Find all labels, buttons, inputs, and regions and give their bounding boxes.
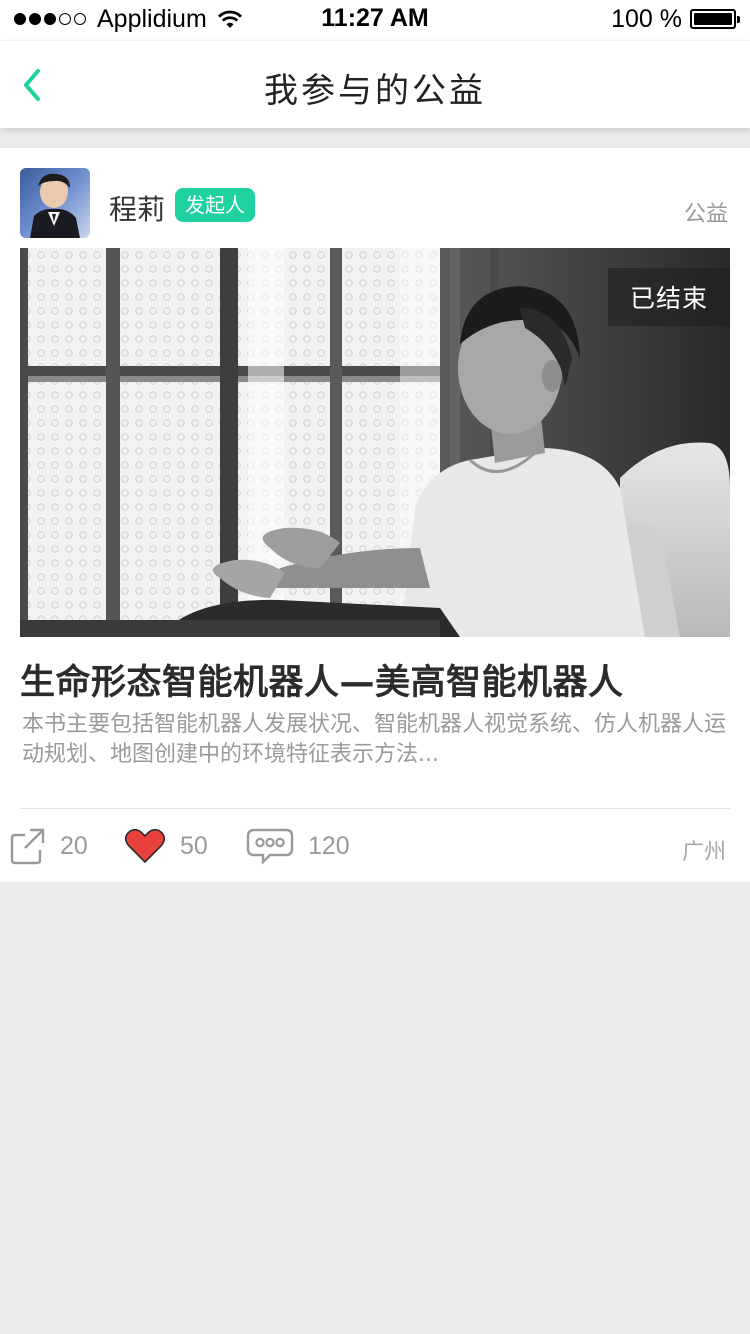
share-icon xyxy=(10,828,45,865)
initiator-badge: 发起人 xyxy=(175,188,255,222)
status-badge: 已结束 xyxy=(608,268,730,326)
share-count: 20 xyxy=(60,831,88,860)
like-button[interactable]: 50 xyxy=(124,826,208,866)
status-bar: Applidium 11:27 AM 100 % xyxy=(0,0,750,40)
comment-icon xyxy=(246,828,294,865)
battery-icon xyxy=(690,9,740,29)
cover-image[interactable]: 已结束 xyxy=(20,248,730,637)
location-label: 广州 xyxy=(681,840,726,865)
heart-icon xyxy=(124,828,166,864)
post-title[interactable]: 生命形态智能机器人—美高智能机器人 xyxy=(20,654,740,705)
comment-button[interactable]: 120 xyxy=(246,826,350,866)
avatar-image xyxy=(20,168,90,238)
navigation-bar: 我参与的公益 xyxy=(0,40,750,128)
battery-percentage: 100 % xyxy=(611,4,682,33)
author-avatar[interactable] xyxy=(20,168,90,238)
comment-count: 120 xyxy=(308,831,350,860)
author-name[interactable]: 程莉 xyxy=(109,188,165,228)
charity-post-card[interactable]: 程莉 发起人 公益 已结束 生命形态智能机器人—美高智能机器人 本书主要包括智能… xyxy=(0,148,750,882)
status-bar-right: 100 % xyxy=(611,4,740,34)
empty-background xyxy=(0,882,750,1334)
like-count: 50 xyxy=(180,831,208,860)
page-title: 我参与的公益 xyxy=(264,71,486,111)
share-button[interactable]: 20 xyxy=(10,826,88,866)
post-description: 本书主要包括智能机器人发展状况、智能机器人视觉系统、仿人机器人运动规划、地图创建… xyxy=(22,712,727,767)
action-bar: 20 50 120 广州 xyxy=(0,808,750,882)
category-label: 公益 xyxy=(683,202,728,227)
